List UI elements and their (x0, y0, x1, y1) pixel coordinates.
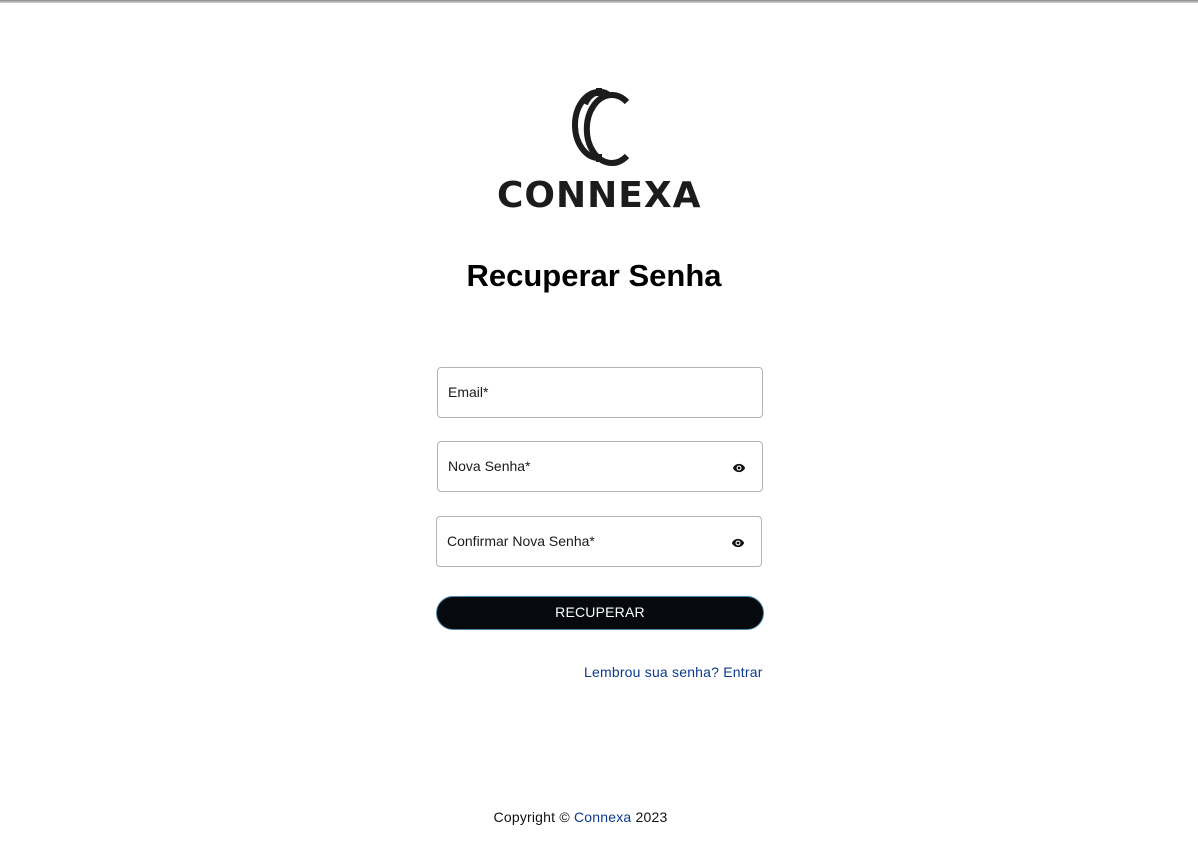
new-password-field[interactable]: Nova Senha* (437, 441, 763, 492)
window-top-edge (0, 0, 1198, 3)
email-field-label: Email* (448, 384, 489, 400)
eye-icon[interactable] (731, 536, 745, 550)
email-field[interactable]: Email* (437, 367, 763, 418)
connexa-wordmark: CONNEXA (497, 175, 702, 216)
copyright-year: 2023 (635, 809, 668, 825)
connexa-footer-link[interactable]: Connexa (574, 809, 631, 825)
connexa-cc-logo-mark (572, 88, 630, 166)
page-title: Recuperar Senha (466, 258, 722, 293)
new-password-field-label: Nova Senha* (448, 458, 531, 474)
copyright-prefix: Copyright © (493, 809, 570, 825)
eye-icon[interactable] (732, 461, 746, 475)
login-link[interactable]: Lembrou sua senha? Entrar (584, 664, 763, 680)
footer-copyright: Copyright © Connexa 2023 (0, 809, 1161, 825)
connexa-logo: CONNEXA (497, 84, 702, 218)
recover-button[interactable]: RECUPERAR (436, 596, 764, 630)
confirm-password-field-label: Confirmar Nova Senha* (447, 533, 595, 549)
confirm-password-field[interactable]: Confirmar Nova Senha* (436, 516, 762, 567)
